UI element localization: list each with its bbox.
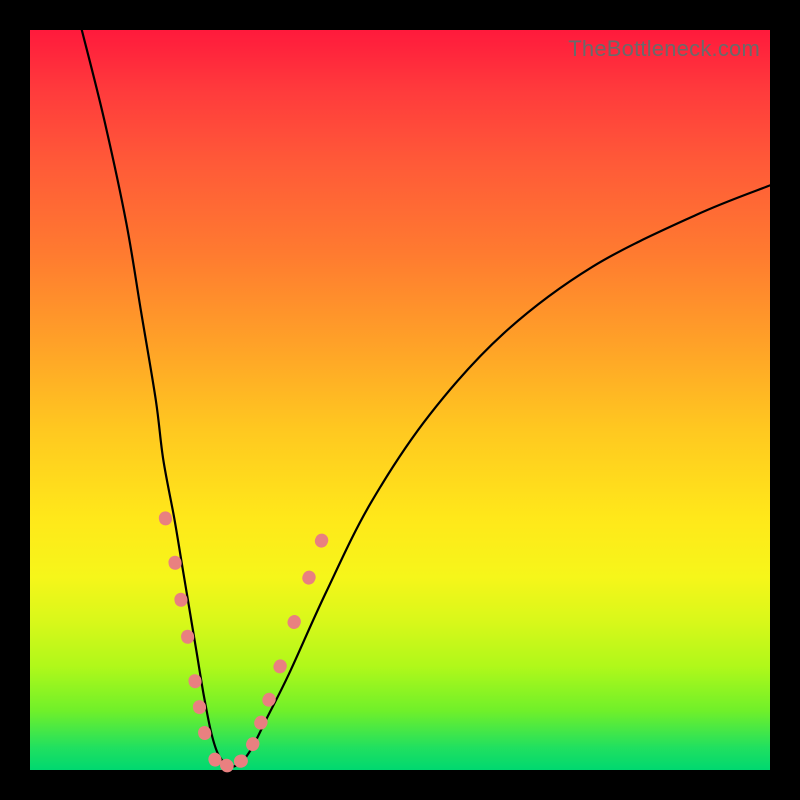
curve-marker: [260, 691, 278, 709]
plot-area: TheBottleneck.com: [30, 30, 770, 770]
bottleneck-curve: [82, 30, 770, 767]
curve-marker: [158, 510, 173, 526]
chart-frame: TheBottleneck.com: [0, 0, 800, 800]
curve-marker: [271, 657, 289, 675]
curve-marker: [313, 532, 331, 550]
curve-markers: [158, 510, 331, 775]
curve-marker: [244, 735, 262, 753]
curve-marker: [300, 569, 318, 587]
curve-marker: [285, 613, 303, 631]
curve-svg: [30, 30, 770, 770]
